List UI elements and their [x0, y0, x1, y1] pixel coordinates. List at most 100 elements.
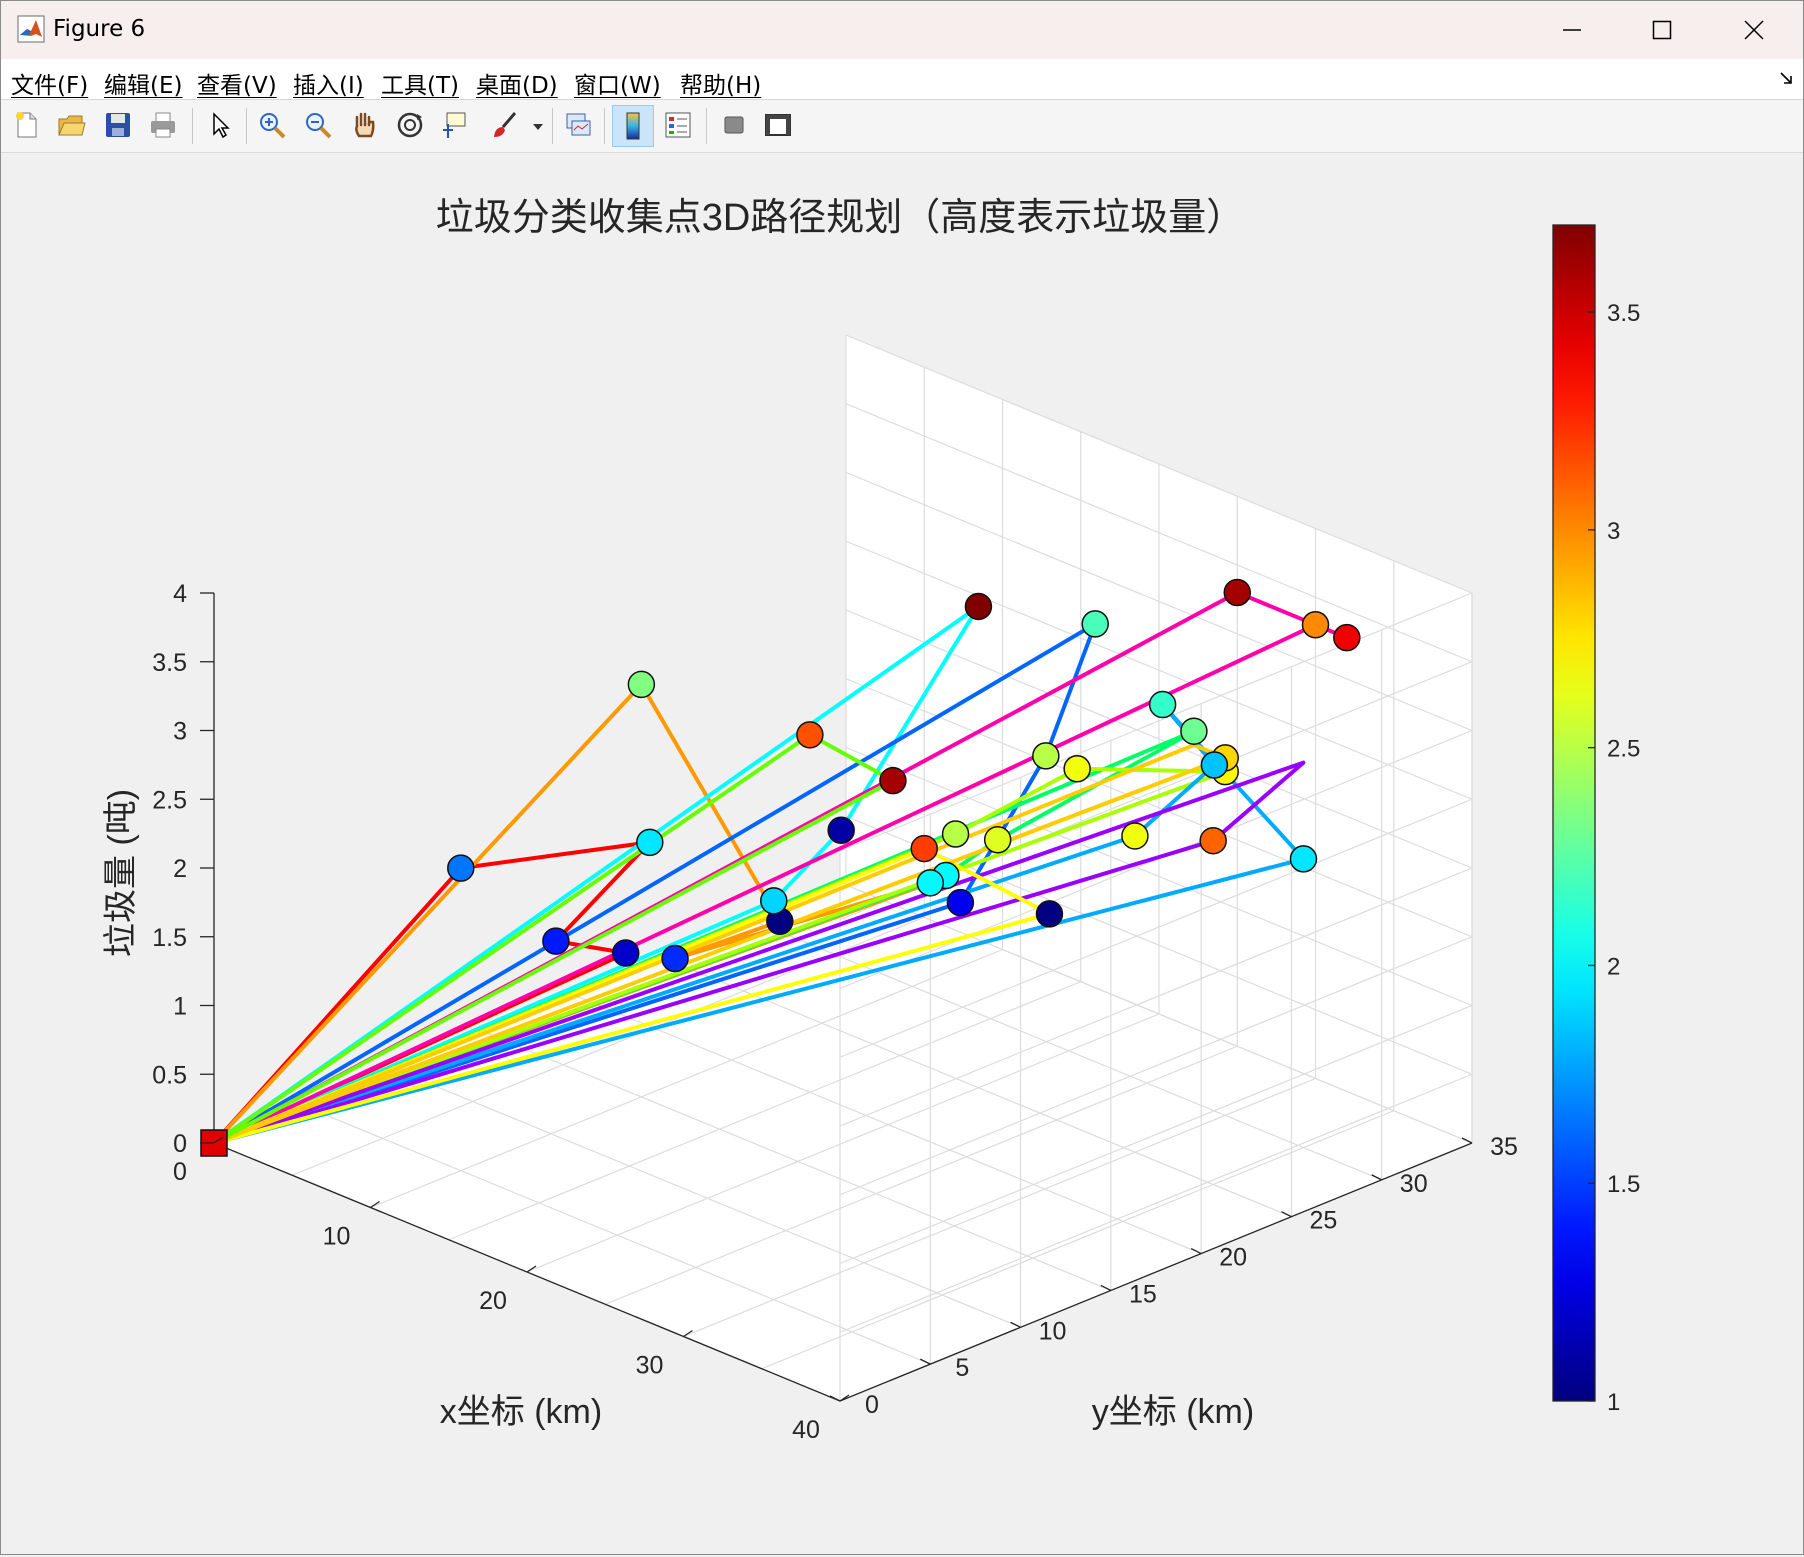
- z-axis-label: 垃圾量 (吨): [102, 789, 140, 957]
- zoom-out-button[interactable]: [298, 105, 338, 145]
- z-tick-label: 2: [173, 855, 187, 883]
- chart-title: 垃圾分类收集点3D路径规划（高度表示垃圾量）: [436, 197, 1245, 239]
- minimize-icon: [1563, 29, 1581, 31]
- menu-window[interactable]: 窗口(W): [574, 66, 661, 100]
- figure-canvas[interactable]: 垃圾分类收集点3D路径规划（高度表示垃圾量） 0 10 20 30 40 0 5 10 15 20…: [2, 153, 1802, 1553]
- legend-button[interactable]: [658, 105, 698, 145]
- collection-point-marker[interactable]: [661, 944, 689, 973]
- collection-point-marker[interactable]: [1121, 822, 1149, 850]
- y-tick-label: 20: [1219, 1244, 1247, 1272]
- pan-button[interactable]: [344, 105, 384, 145]
- collection-point-marker[interactable]: [1289, 845, 1318, 873]
- dock-arrow-icon[interactable]: [1779, 71, 1795, 87]
- collection-point-marker[interactable]: [796, 721, 824, 749]
- collection-point-marker[interactable]: [910, 834, 939, 863]
- menu-view[interactable]: 查看(V): [197, 66, 277, 100]
- collection-point-marker[interactable]: [1223, 578, 1251, 607]
- hide-plot-tools-button[interactable]: [714, 105, 754, 145]
- collection-point-marker[interactable]: [1199, 826, 1227, 855]
- colorbar-icon: [626, 112, 640, 140]
- z-tick-label: 1.5: [152, 924, 187, 952]
- collection-point-marker[interactable]: [1301, 611, 1330, 639]
- collection-point-marker[interactable]: [1148, 690, 1177, 719]
- collection-point-marker[interactable]: [636, 828, 664, 857]
- plot-svg[interactable]: 垃圾分类收集点3D路径规划（高度表示垃圾量） 01020304005101520…: [2, 153, 1802, 1553]
- rotate-3d-button[interactable]: [390, 105, 430, 145]
- data-cursor-button[interactable]: [434, 105, 474, 145]
- axes-grid: [213, 334, 1473, 1402]
- menu-file[interactable]: 文件(F): [11, 66, 88, 100]
- x-tick-label: 0: [173, 1158, 187, 1186]
- legend-icon: [665, 112, 691, 138]
- print-icon: [151, 112, 175, 138]
- colorbar-tick-label: 3: [1607, 518, 1620, 545]
- x-tick-label: 10: [323, 1223, 351, 1251]
- menu-insert[interactable]: 插入(I): [293, 66, 364, 100]
- y-axis-label: y坐标 (km): [1092, 1393, 1254, 1431]
- y-tick-label: 0: [865, 1391, 879, 1419]
- collection-point-marker[interactable]: [611, 939, 640, 967]
- z-tick-label: 3: [173, 718, 187, 746]
- colorbar-tick-label: 1: [1607, 1389, 1620, 1416]
- toolbar-separator: [706, 108, 707, 144]
- collection-point-marker[interactable]: [627, 670, 656, 699]
- show-plot-tools-icon: [765, 114, 791, 136]
- collection-point-marker[interactable]: [542, 927, 570, 955]
- save-button[interactable]: [98, 105, 138, 145]
- collection-point-marker[interactable]: [1200, 751, 1229, 779]
- zoom-in-button[interactable]: [252, 105, 292, 145]
- colorbar-tick-label: 2.5: [1607, 736, 1640, 763]
- collection-point-marker[interactable]: [1035, 900, 1064, 928]
- z-tick-label: 3.5: [152, 649, 187, 677]
- print-button[interactable]: [143, 105, 183, 145]
- collection-point-marker[interactable]: [447, 854, 475, 882]
- z-tick-label: 2.5: [152, 786, 187, 814]
- collection-point-marker[interactable]: [916, 869, 945, 897]
- brush-dropdown-icon[interactable]: [532, 122, 544, 132]
- toolbar-separator: [246, 108, 247, 144]
- collection-point-marker[interactable]: [827, 816, 855, 844]
- minimize-button[interactable]: [1527, 1, 1617, 59]
- collection-point-marker[interactable]: [941, 820, 970, 848]
- menu-edit[interactable]: 编辑(E): [104, 66, 182, 100]
- link-plot-button[interactable]: [558, 105, 598, 145]
- collection-point-marker[interactable]: [1081, 610, 1109, 638]
- window-title: Figure 6: [53, 16, 146, 42]
- collection-point-marker[interactable]: [879, 766, 907, 795]
- new-figure-button[interactable]: [7, 105, 47, 145]
- collection-point-marker[interactable]: [983, 825, 1012, 854]
- zoom-out-icon: [306, 113, 332, 139]
- collection-point-marker[interactable]: [1063, 755, 1091, 783]
- y-tick-label: 35: [1490, 1133, 1518, 1161]
- collection-point-marker[interactable]: [1180, 717, 1208, 745]
- pointer-button[interactable]: [200, 105, 240, 145]
- y-tick-label: 25: [1310, 1207, 1338, 1235]
- colorbar-button[interactable]: [612, 105, 654, 147]
- menu-bar: 文件(F) 编辑(E) 查看(V) 插入(I) 工具(T) 桌面(D) 窗口(W…: [1, 59, 1803, 100]
- save-icon: [106, 113, 130, 137]
- menu-desktop[interactable]: 桌面(D): [476, 66, 558, 100]
- colorbar[interactable]: 1 1.5 2 2.5 3 3.5: [1552, 224, 1640, 1416]
- collection-point-marker[interactable]: [964, 592, 993, 621]
- collection-point-marker[interactable]: [946, 888, 975, 917]
- show-plot-tools-button[interactable]: [758, 105, 798, 145]
- toolbar-separator: [604, 108, 605, 144]
- colorbar-tick-label: 3.5: [1607, 300, 1640, 327]
- open-file-icon: [58, 115, 86, 136]
- z-tick-label: 0.5: [152, 1061, 187, 1089]
- close-button[interactable]: [1709, 1, 1799, 59]
- maximize-button[interactable]: [1617, 1, 1707, 59]
- y-tick-label: 5: [955, 1354, 969, 1382]
- z-tick-label: 0: [173, 1130, 187, 1158]
- colorbar-gradient[interactable]: [1552, 224, 1596, 1402]
- collection-point-marker[interactable]: [760, 887, 788, 915]
- menu-tools[interactable]: 工具(T): [381, 66, 459, 100]
- collection-point-marker[interactable]: [1333, 623, 1361, 652]
- menu-help[interactable]: 帮助(H): [680, 66, 761, 100]
- brush-button[interactable]: [484, 105, 524, 145]
- toolbar-separator: [552, 108, 553, 144]
- collection-point-marker[interactable]: [1032, 742, 1060, 770]
- toolbar-separator: [192, 108, 193, 144]
- brush-icon: [494, 112, 517, 137]
- open-file-button[interactable]: [51, 105, 91, 145]
